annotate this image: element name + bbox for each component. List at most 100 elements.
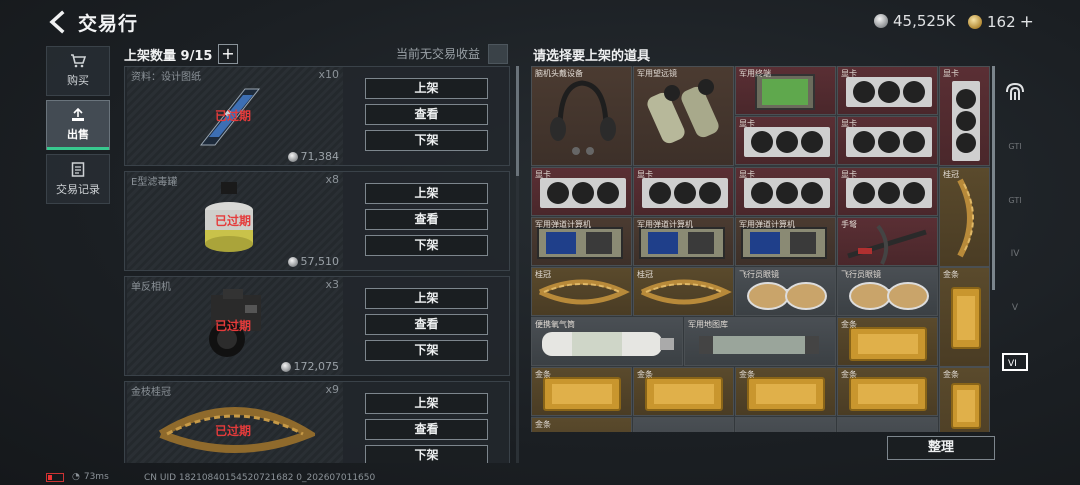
gold-amount: 162 [987, 13, 1016, 31]
item-price: 71,384 [287, 150, 339, 163]
inventory-grid: 脑机头戴设备 军用望远镜 军用终端 显卡 显卡 显卡 显卡 显卡 显卡 显卡 显… [531, 66, 990, 432]
view-button[interactable]: 查看 [365, 419, 488, 440]
filter-iv[interactable]: IV [998, 234, 1032, 274]
item-label: 金条 [739, 370, 755, 379]
item-label: 手弩 [841, 220, 857, 229]
inventory-item-empty[interactable] [633, 417, 734, 432]
item-quantity: x8 [325, 173, 339, 186]
inventory-item-gpu[interactable]: 显卡 [735, 167, 836, 216]
nav-sell[interactable]: 出售 [46, 100, 110, 150]
ping-value: 73ms [83, 472, 109, 482]
view-button[interactable]: 查看 [365, 104, 488, 125]
list-button[interactable]: 上架 [365, 78, 488, 99]
binoculars-icon [647, 79, 719, 144]
sort-button[interactable]: 整理 [887, 436, 995, 460]
document-icon [71, 161, 85, 177]
top-bar: 交易行 45,525K 162 + [0, 0, 1080, 42]
listing-thumbnail[interactable]: E型滤毒罐 x8 已过期 57,510 [127, 172, 343, 270]
inventory-item-aviator-glasses[interactable]: 飞行员眼镜 [735, 267, 836, 316]
inventory-item-gpu[interactable]: 显卡 [735, 116, 836, 165]
inventory-item-gpu-vertical[interactable]: 显卡 [939, 66, 990, 166]
wifi-icon: ◔ [72, 472, 80, 482]
item-label: 飞行员眼镜 [739, 270, 779, 279]
income-status: 当前无交易收益 [395, 47, 480, 61]
nav-history[interactable]: 交易记录 [46, 154, 110, 204]
inventory-scrollbar[interactable] [992, 66, 995, 290]
inventory-item-ballistic-computer[interactable]: 军用弹道计算机 [735, 217, 836, 266]
filter-label: GTI [1008, 141, 1022, 151]
side-nav: 购买 出售 交易记录 [46, 46, 110, 208]
listing-list: 资料：设计图纸 x10 已过期 71,384 上架 查看 下架 E型滤毒罐 x8 [124, 66, 514, 463]
status-bar: ◔ 73ms [46, 472, 109, 482]
inventory-item-gold-bar[interactable]: 金条 [531, 367, 632, 416]
inventory-item-binoculars[interactable]: 军用望远镜 [633, 66, 734, 166]
delist-button[interactable]: 下架 [365, 340, 488, 361]
item-label: 金条 [637, 370, 653, 379]
list-button[interactable]: 上架 [365, 183, 488, 204]
inventory-item-gold-bar[interactable]: 金条 [735, 367, 836, 416]
sell-icon [72, 108, 84, 121]
inventory-item-gold-bar[interactable]: 金条 [837, 317, 938, 366]
filter-label: GTI [1008, 195, 1022, 205]
inventory-item-empty[interactable] [837, 417, 938, 432]
inventory-item-empty[interactable] [735, 417, 836, 432]
inventory-item-map-tube[interactable]: 军用地图库 [684, 317, 836, 366]
item-label: 桂冠 [535, 270, 551, 279]
inventory-item-gpu[interactable]: 显卡 [531, 167, 632, 216]
fingerprint-icon [1006, 82, 1024, 100]
inventory-item-gold-bar[interactable]: 金条 [531, 417, 632, 432]
item-label: 军用望远镜 [637, 69, 677, 78]
inventory-item-oxygen-tank[interactable]: 便携氧气筒 [531, 317, 683, 366]
filter-gt1-b[interactable]: GTI [998, 180, 1032, 220]
inventory-item-aviator-glasses[interactable]: 飞行员眼镜 [837, 267, 938, 316]
item-label: 显卡 [841, 69, 857, 78]
list-button[interactable]: 上架 [365, 288, 488, 309]
item-label: 军用弹道计算机 [535, 220, 591, 229]
collect-income-icon[interactable] [488, 44, 508, 64]
view-button[interactable]: 查看 [365, 314, 488, 335]
filter-all[interactable] [998, 72, 1032, 112]
inventory-item-gold-bar-vertical[interactable]: 金条 [939, 367, 990, 432]
inventory-item-gpu[interactable]: 显卡 [633, 167, 734, 216]
delist-button[interactable]: 下架 [365, 235, 488, 256]
filter-vi[interactable]: VI [998, 342, 1032, 382]
item-label: 显卡 [739, 119, 755, 128]
nav-history-label: 交易记录 [56, 182, 100, 196]
item-label: 显卡 [841, 119, 857, 128]
inventory-item-crossbow[interactable]: 手弩 [837, 217, 938, 266]
nav-sell-label: 出售 [67, 128, 89, 141]
tier-six-icon: VI [1002, 353, 1028, 371]
listing-scrollbar[interactable] [516, 66, 519, 176]
inventory-item-gold-bar[interactable]: 金条 [633, 367, 734, 416]
item-quantity: x3 [325, 278, 339, 291]
listing-thumbnail[interactable]: 金枝桂冠 x9 已过期 [127, 382, 343, 463]
listing-item: 单反相机 x3 已过期 172,075 上架 查看 下架 [124, 276, 510, 376]
delist-button[interactable]: 下架 [365, 445, 488, 463]
inventory-item-gpu[interactable]: 显卡 [837, 66, 938, 115]
inventory-item-laurel[interactable]: 桂冠 [633, 267, 734, 316]
listing-thumbnail[interactable]: 资料：设计图纸 x10 已过期 71,384 [127, 67, 343, 165]
inventory-item-gpu[interactable]: 显卡 [837, 167, 938, 216]
inventory-item-laurel-vertical[interactable]: 桂冠 [939, 167, 990, 267]
listing-thumbnail[interactable]: 单反相机 x3 已过期 172,075 [127, 277, 343, 375]
delist-button[interactable]: 下架 [365, 130, 488, 151]
filter-gt1-a[interactable]: GTI [998, 126, 1032, 166]
add-currency-button[interactable]: + [1020, 12, 1034, 32]
gold-bar-icon [951, 287, 981, 349]
inventory-item-laurel[interactable]: 桂冠 [531, 267, 632, 316]
filter-v[interactable]: V [998, 288, 1032, 328]
inventory-item-ballistic-computer[interactable]: 军用弹道计算机 [531, 217, 632, 266]
list-button[interactable]: 上架 [365, 393, 488, 414]
inventory-item-headset[interactable]: 脑机头戴设备 [531, 66, 632, 166]
inventory-item-ballistic-computer[interactable]: 军用弹道计算机 [633, 217, 734, 266]
nav-buy[interactable]: 购买 [46, 46, 110, 96]
inventory-item-gold-bar-vertical[interactable]: 金条 [939, 267, 990, 367]
add-slot-button[interactable]: + [218, 44, 238, 64]
view-button[interactable]: 查看 [365, 209, 488, 230]
gold-currency[interactable]: 162 + [968, 12, 1034, 32]
back-arrow-icon[interactable] [46, 10, 70, 34]
inventory-item-gpu[interactable]: 显卡 [837, 116, 938, 165]
inventory-item-gold-bar[interactable]: 金条 [837, 367, 938, 416]
inventory-item-military-terminal[interactable]: 军用终端 [735, 66, 836, 115]
silver-amount: 45,525K [893, 12, 956, 30]
